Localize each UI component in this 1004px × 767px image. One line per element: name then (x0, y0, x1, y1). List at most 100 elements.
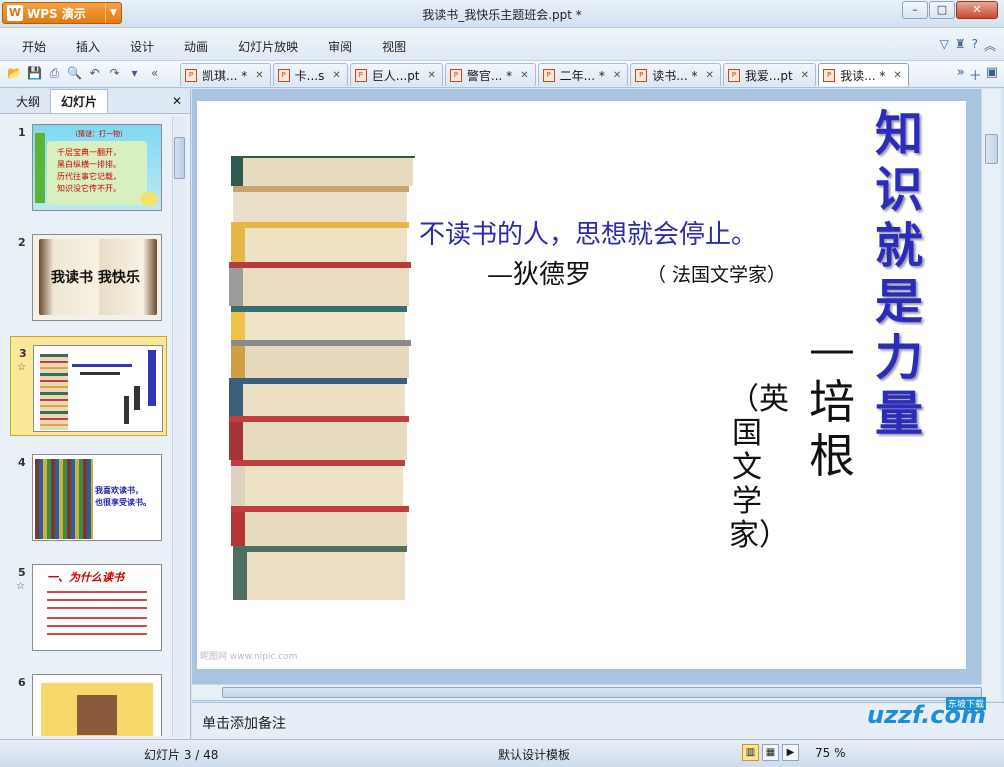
doc-tab[interactable]: P 我爱...pt ✕ (722, 63, 817, 86)
menu-home[interactable]: 开始 (22, 38, 46, 55)
menu-slideshow[interactable]: 幻灯片放映 (238, 38, 298, 55)
menu-design[interactable]: 设计 (130, 38, 154, 55)
title-mini (148, 350, 156, 406)
text-line (47, 625, 147, 627)
title-bar: W WPS 演示 ▼ 我读书_我快乐主题班会.ppt * – □ ✕ (0, 0, 1004, 28)
uzzf-logo: uzzf.com 东坡下载 (867, 697, 986, 729)
doc-tab[interactable]: P 警官... * ✕ (444, 63, 536, 86)
close-tab-icon[interactable]: ✕ (520, 70, 528, 81)
doc-tab[interactable]: P 读书... * ✕ (630, 63, 721, 86)
quote-origin-bacon[interactable]: （英国文学家） (729, 383, 789, 553)
close-tab-icon[interactable]: ✕ (801, 70, 809, 81)
quote-author-diderot[interactable]: —狄德罗 (487, 254, 591, 291)
menu-insert[interactable]: 插入 (76, 38, 100, 55)
slide-number: 6 (18, 676, 26, 689)
redo-icon[interactable]: ↷ (106, 65, 123, 82)
doc-tab[interactable]: P 巨人...pt ✕ (349, 63, 443, 86)
book (231, 506, 409, 546)
slide-thumbnails: 1 （猜谜：打一物） 千层宝典一翻开， 黑白纵横一排排。 历代往事它记载， 知识… (0, 116, 170, 736)
tab-outline[interactable]: 大纲 (6, 90, 50, 113)
zoom-level[interactable]: 75 % (815, 746, 846, 760)
book (231, 222, 409, 262)
quote-diderot[interactable]: 不读书的人，思想就会停止。 (419, 214, 757, 251)
window-title: 我读书_我快乐主题班会.ppt * (422, 8, 582, 22)
print-preview-icon[interactable]: 🔍 (66, 65, 83, 82)
slide-sorter-icon[interactable]: ▦ (762, 744, 779, 761)
slide-thumb-6[interactable]: 6 (10, 666, 167, 736)
book (233, 546, 407, 600)
close-tab-icon[interactable]: ✕ (428, 70, 436, 81)
slide-thumb-image: 我读书 我快乐 (32, 234, 162, 321)
ppt-file-icon: P (354, 68, 367, 82)
close-tab-icon[interactable]: ✕ (613, 70, 621, 81)
menu-view[interactable]: 视图 (382, 38, 406, 55)
tab-scroll-right-icon[interactable]: » (957, 65, 965, 84)
image-watermark: 昵图网 www.nipic.com (200, 652, 298, 662)
slideshow-icon[interactable]: ▶ (782, 744, 799, 761)
close-panel-icon[interactable]: ✕ (172, 94, 182, 108)
thumbnails-scrollbar[interactable] (172, 117, 186, 737)
ppt-file-icon: P (823, 68, 836, 82)
book (231, 306, 407, 340)
new-tab-icon[interactable]: ＋ (969, 65, 982, 84)
doc-tab-active[interactable]: P 我读... * ✕ (818, 63, 909, 86)
close-tab-icon[interactable]: ✕ (255, 70, 263, 81)
slide-thumb-5[interactable]: 5 ☆ 一、为什么读书 (10, 556, 167, 656)
slide-counter: 幻灯片 3 / 48 (144, 748, 219, 762)
scrollbar-thumb[interactable] (985, 134, 998, 164)
quote-author-bacon[interactable]: —培根 (802, 321, 862, 483)
ppt-file-icon: P (727, 68, 740, 82)
tab-slides[interactable]: 幻灯片 (50, 89, 109, 113)
text-line (47, 591, 147, 593)
slide-vertical-scrollbar[interactable] (981, 89, 1001, 701)
normal-view-icon[interactable]: ▥ (742, 744, 759, 761)
help-icon[interactable]: ? (972, 37, 978, 54)
doc-tab[interactable]: P 凯琪... * ✕ (180, 63, 271, 86)
open-icon[interactable]: 📂 (6, 65, 23, 82)
scrollbar-thumb[interactable] (222, 687, 982, 698)
tshirt-icon[interactable]: ♜ (955, 37, 966, 54)
close-tab-icon[interactable]: ✕ (893, 70, 901, 81)
tab-scroll-left-icon[interactable]: « (146, 65, 163, 82)
close-tab-icon[interactable]: ✕ (332, 70, 340, 81)
bacon-mini (134, 386, 140, 410)
quote-origin-diderot[interactable]: （ 法国文学家） (647, 260, 786, 287)
close-button[interactable]: ✕ (956, 1, 998, 19)
print-icon[interactable]: ⎙ (46, 65, 63, 82)
tab-list-icon[interactable]: ▣ (986, 65, 998, 84)
notes-pane[interactable]: 单击添加备注 uzzf.com 东坡下载 (192, 697, 1004, 739)
slide-number: 2 (18, 236, 26, 249)
skin-icon[interactable]: ▽ (940, 37, 949, 54)
scrollbar-thumb[interactable] (174, 137, 185, 179)
slide-thumb-2[interactable]: 2 我读书 我快乐 (10, 226, 167, 326)
slide-thumb-4[interactable]: 4 我喜欢读书， 也很享受读书。 (10, 446, 167, 546)
slide-thumb-3[interactable]: 3 ☆ (10, 336, 167, 436)
undo-icon[interactable]: ↶ (86, 65, 103, 82)
book-stack-mini (40, 354, 68, 430)
book (231, 340, 411, 378)
close-tab-icon[interactable]: ✕ (706, 70, 714, 81)
slide-title-vertical[interactable]: 知识就是力量 (869, 106, 929, 442)
doc-tab[interactable]: P 二年... * ✕ (537, 63, 629, 86)
menu-review[interactable]: 审阅 (328, 38, 352, 55)
save-icon[interactable]: 💾 (26, 65, 43, 82)
book (231, 460, 405, 506)
customize-icon[interactable]: ▾ (126, 65, 143, 82)
slide-number: 1 (18, 126, 26, 139)
text-line (47, 607, 147, 609)
status-bar: 幻灯片 3 / 48 默认设计模板 ▥ ▦ ▶ 75 % (0, 739, 1004, 767)
minimize-button[interactable]: – (902, 1, 928, 19)
slide-thumb-1[interactable]: 1 （猜谜：打一物） 千层宝典一翻开， 黑白纵横一排排。 历代往事它记载， 知识… (10, 116, 167, 216)
doc-tab[interactable]: P 卡...s ✕ (272, 63, 348, 86)
ribbon-collapse-icon[interactable]: ︽ (984, 37, 996, 54)
author-line-mini (80, 372, 120, 375)
slide-horizontal-scrollbar[interactable] (192, 684, 982, 700)
slide-thumb-image (32, 674, 162, 736)
menu-animation[interactable]: 动画 (184, 38, 208, 55)
menu-bar: 开始 插入 设计 动画 幻灯片放映 审阅 视图 ▽ ♜ ? ︽ (0, 28, 1004, 61)
bamboo-decoration (35, 133, 45, 203)
notes-placeholder[interactable]: 单击添加备注 (202, 713, 286, 733)
maximize-button[interactable]: □ (929, 1, 955, 19)
bookshelf-image (35, 459, 93, 539)
slide-canvas[interactable]: 不读书的人，思想就会停止。 —狄德罗 （ 法国文学家） 知识就是力量 —培根 （… (197, 101, 966, 669)
